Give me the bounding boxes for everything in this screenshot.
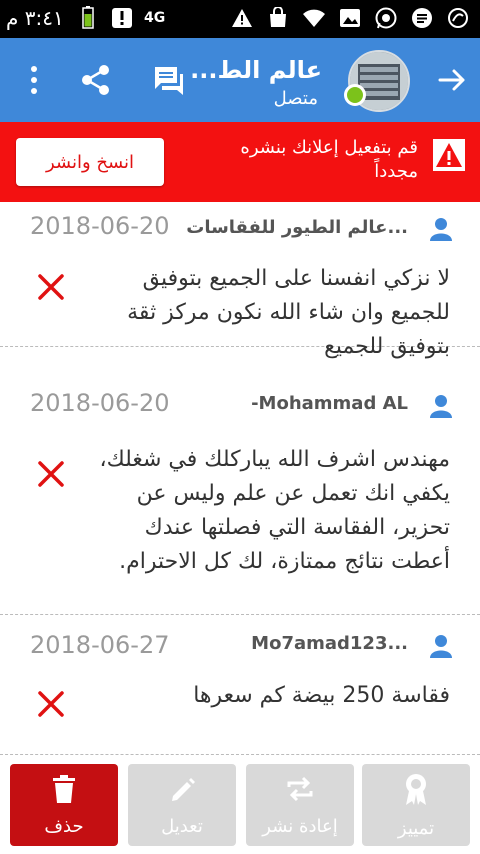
delete-comment-icon[interactable] [36, 689, 66, 719]
comment-date: 2018-06-27 [30, 631, 170, 659]
alert-box-icon [110, 6, 134, 30]
user-icon [428, 633, 454, 659]
delete-button[interactable]: حذف [10, 764, 118, 846]
comment-date: 2018-06-20 [30, 389, 170, 417]
edit-button[interactable]: تعديل [128, 764, 236, 846]
repeat-icon [285, 774, 315, 808]
network-type: 4G [144, 10, 166, 26]
user-icon [428, 216, 454, 242]
feature-label: تمييز [397, 817, 435, 839]
bottom-action-bar: تمييز إعادة نشر تعديل حذف [0, 756, 480, 854]
warning-icon [432, 138, 466, 172]
custom-app-icon [446, 6, 470, 30]
comment-date: 2018-06-20 [30, 212, 170, 240]
whatsapp-icon [374, 6, 398, 30]
repost-label: إعادة نشر [262, 815, 338, 837]
repost-button[interactable]: إعادة نشر [246, 764, 354, 846]
banner-message: قم بتفعيل إعلانك بنشره مجدداً [240, 137, 418, 182]
online-status-dot [344, 84, 366, 106]
status-time: ٣:٤١ م [6, 6, 64, 30]
comment-author: Mo7amad123... [251, 633, 408, 654]
chat-title[interactable]: عالم الط... [190, 56, 322, 84]
pencil-icon [167, 774, 197, 808]
chat-icon[interactable] [152, 64, 186, 98]
delete-comment-icon[interactable] [36, 459, 66, 489]
copy-and-publish-button[interactable]: انسخ وانشر [16, 138, 164, 186]
comment-author: عالم الطيور للفقاسات... [186, 217, 408, 238]
user-icon [428, 393, 454, 419]
app-bar: عالم الط... متصل [0, 38, 480, 122]
share-icon[interactable] [80, 64, 112, 96]
back-arrow-icon[interactable] [436, 64, 468, 96]
more-options-icon[interactable] [22, 64, 46, 96]
list-item: Mo7amad123... 2018-06-27 فقاسة 250 بيضة … [0, 615, 480, 755]
reactivate-banner: قم بتفعيل إعلانك بنشره مجدداً انسخ وانشر [0, 122, 480, 202]
message-icon [410, 6, 434, 30]
edit-label: تعديل [161, 815, 203, 837]
feature-button[interactable]: تمييز [362, 764, 470, 846]
wifi-icon [302, 6, 326, 30]
comment-text: مهندس اشرف الله يباركلك في شغلك، يكفي ان… [99, 447, 450, 574]
status-bar: ٣:٤١ م 4G [0, 0, 480, 38]
comments-list: عالم الطيور للفقاسات... 2018-06-20 لا نز… [0, 202, 480, 755]
delete-label: حذف [44, 815, 84, 837]
image-icon [338, 6, 362, 30]
store-icon [266, 6, 290, 30]
delete-comment-icon[interactable] [36, 272, 66, 302]
online-status-label: متصل [273, 88, 318, 109]
comment-author: -Mohammad AL [251, 393, 408, 414]
warning-icon [230, 6, 254, 30]
comment-text: فقاسة 250 بيضة كم سعرها [193, 683, 450, 708]
battery-icon [76, 6, 100, 30]
award-icon [401, 772, 431, 810]
trash-icon [51, 774, 77, 808]
list-item: -Mohammad AL 2018-06-20 مهندس اشرف الله … [0, 347, 480, 615]
list-item: عالم الطيور للفقاسات... 2018-06-20 لا نز… [0, 202, 480, 359]
